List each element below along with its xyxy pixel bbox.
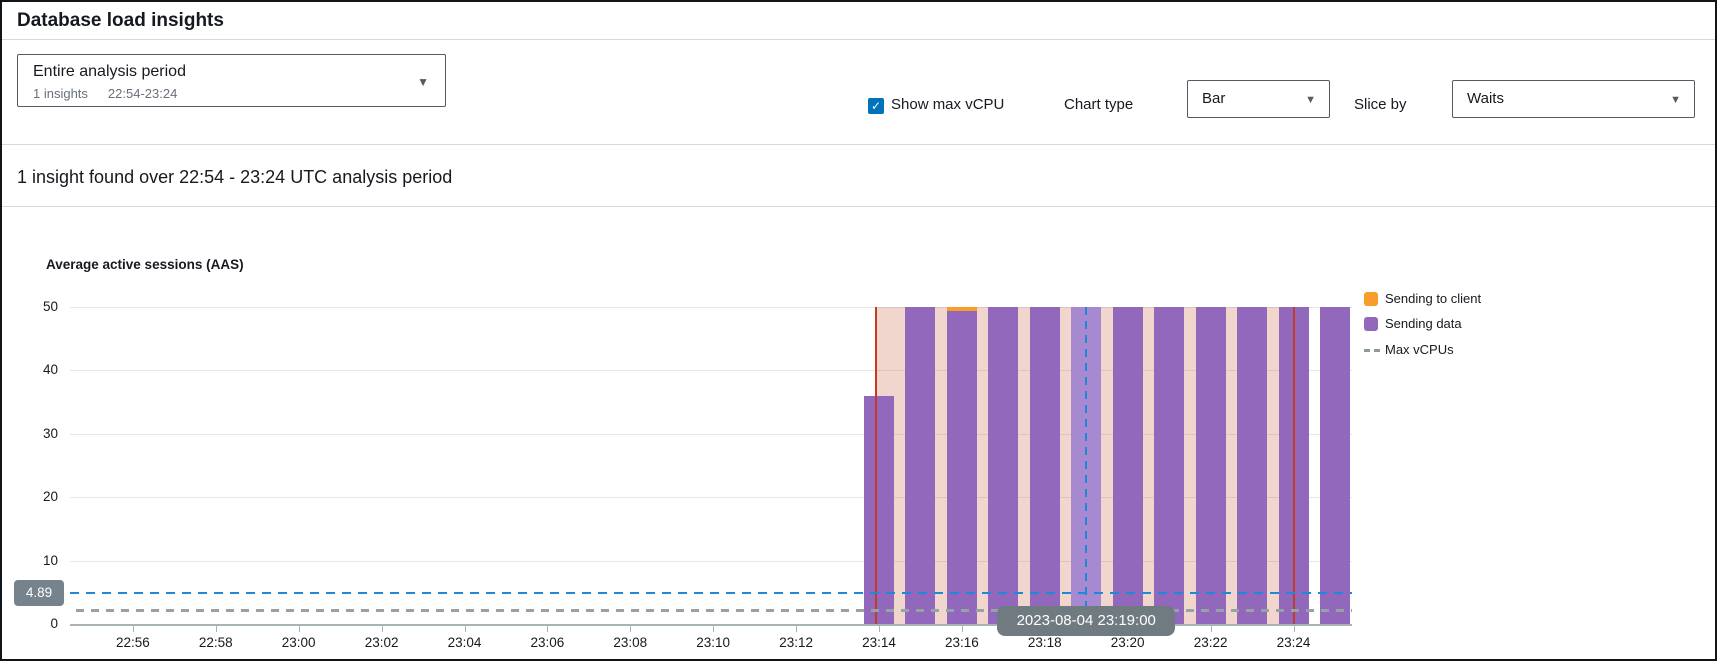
aas-reference-line	[70, 592, 1352, 594]
legend-item-sending-data: Sending data	[1364, 316, 1534, 334]
bar-sending-to-client[interactable]	[947, 307, 977, 311]
y-axis-label: 10	[14, 553, 58, 568]
x-axis-label: 22:58	[184, 635, 248, 650]
y-axis-label: 50	[14, 299, 58, 314]
legend-item-max-vcpus: Max vCPUs	[1364, 342, 1534, 360]
x-axis-label: 23:06	[515, 635, 579, 650]
x-axis-tick	[133, 626, 134, 632]
x-axis-tick	[299, 626, 300, 632]
x-axis-tick	[1294, 626, 1295, 632]
x-axis-tick	[962, 626, 963, 632]
insight-boundary-line	[1293, 307, 1295, 624]
x-axis-label: 23:04	[433, 635, 497, 650]
x-axis-label: 23:08	[598, 635, 662, 650]
bar-sending-data[interactable]	[988, 307, 1018, 624]
x-axis-label: 23:12	[764, 635, 828, 650]
x-axis-tick	[382, 626, 383, 632]
x-axis-tick	[630, 626, 631, 632]
x-axis-label: 23:20	[1096, 635, 1160, 650]
x-axis-tick	[465, 626, 466, 632]
bar-sending-data[interactable]	[947, 311, 977, 624]
x-axis-label: 23:00	[267, 635, 331, 650]
bar-sending-data[interactable]	[1320, 307, 1350, 624]
selected-time-tooltip: 2023-08-04 23:19:00	[997, 606, 1175, 636]
aas-value-badge: 4.89	[14, 580, 64, 606]
y-axis-label: 30	[14, 426, 58, 441]
x-axis-label: 23:18	[1013, 635, 1077, 650]
bar-sending-data[interactable]	[1113, 307, 1143, 624]
bar-sending-data[interactable]	[864, 396, 894, 624]
x-axis-label: 22:56	[101, 635, 165, 650]
bar-sending-data[interactable]	[905, 307, 935, 624]
insight-boundary-line	[875, 307, 877, 624]
y-axis-label: 0	[14, 616, 58, 631]
x-axis-label: 23:02	[350, 635, 414, 650]
legend-item-sending-to-client: Sending to client	[1364, 291, 1534, 309]
max-vcpus-dash-icon	[1364, 349, 1382, 352]
bar-sending-data[interactable]	[1154, 307, 1184, 624]
x-axis-label: 23:10	[681, 635, 745, 650]
x-axis-tick	[713, 626, 714, 632]
x-axis-tick	[216, 626, 217, 632]
sending-to-client-swatch	[1364, 292, 1378, 306]
x-axis-label: 23:22	[1179, 635, 1243, 650]
y-axis-label: 40	[14, 362, 58, 377]
bar-sending-data[interactable]	[1237, 307, 1267, 624]
x-axis-label: 23:16	[930, 635, 994, 650]
x-axis-tick	[796, 626, 797, 632]
x-axis-label: 23:14	[847, 635, 911, 650]
x-axis-label: 23:24	[1262, 635, 1326, 650]
selected-time-line	[1085, 307, 1087, 624]
x-axis-tick	[879, 626, 880, 632]
x-axis-tick	[1211, 626, 1212, 632]
x-axis-tick	[547, 626, 548, 632]
bar-sending-data[interactable]	[1030, 307, 1060, 624]
database-load-insights-panel: Database load insights Entire analysis p…	[0, 0, 1717, 661]
bar-sending-data[interactable]	[1196, 307, 1226, 624]
sending-data-swatch	[1364, 317, 1378, 331]
y-axis-label: 20	[14, 489, 58, 504]
